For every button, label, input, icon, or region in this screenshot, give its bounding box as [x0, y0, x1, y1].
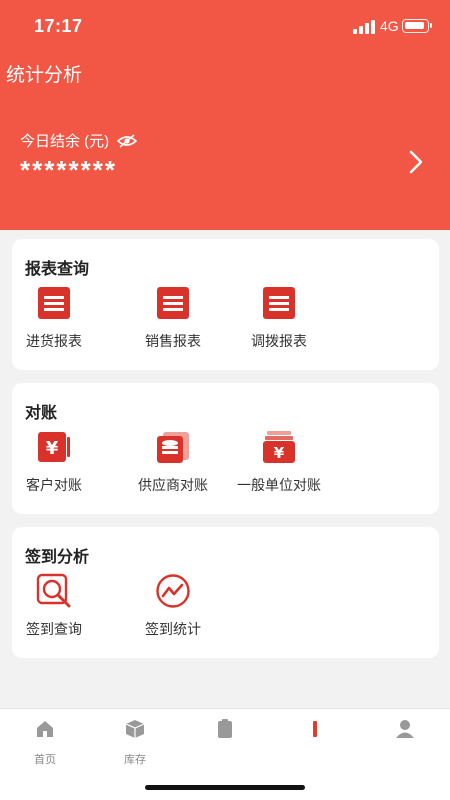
general-unit-reconciliation-item[interactable]: ¥ 一般单位对账	[229, 427, 329, 497]
customer-reconciliation-item[interactable]: ¥ 客户对账	[4, 427, 104, 497]
svg-text:¥: ¥	[46, 438, 59, 459]
report-icon	[157, 287, 189, 319]
tab-documents[interactable]	[180, 717, 270, 767]
battery-icon	[402, 19, 432, 33]
item-label: 一般单位对账	[237, 477, 321, 493]
status-time: 17:17	[34, 16, 83, 36]
header-banner: 17:17 4G 统计分析 今日结余 (元) ********	[0, 0, 450, 230]
coin-stack-icon	[157, 432, 189, 463]
signal-icon	[353, 20, 375, 34]
yen-card-icon: ¥	[38, 432, 70, 462]
section-title: 对账	[25, 405, 58, 422]
balance-value: ********	[20, 155, 117, 185]
user-icon	[396, 720, 414, 738]
eye-hidden-icon[interactable]	[117, 133, 138, 148]
card-reconciliation: 对账 ¥ 客户对账 供应商对账 ¥ 一般单位对账	[12, 383, 439, 514]
balance-label-row: 今日结余 (元)	[20, 130, 138, 151]
supplier-reconciliation-item[interactable]: 供应商对账	[123, 427, 223, 497]
balance-label: 今日结余 (元)	[20, 133, 110, 150]
card-checkin-analysis: 签到分析 签到查询 签到统计	[12, 527, 439, 658]
document-icon	[218, 719, 232, 738]
yen-wallet-icon: ¥	[263, 431, 295, 463]
purchase-report-item[interactable]: 进货报表	[4, 283, 104, 353]
tab-statistics[interactable]	[270, 717, 360, 767]
page-title: 统计分析	[6, 65, 83, 86]
section-title: 报表查询	[25, 261, 90, 278]
box-icon	[125, 720, 145, 738]
tab-label: 库存	[124, 754, 146, 766]
tab-home[interactable]: 首页	[0, 717, 90, 767]
item-label: 签到统计	[145, 621, 201, 637]
sales-report-item[interactable]: 销售报表	[123, 283, 223, 353]
report-icon	[263, 287, 295, 319]
tab-inventory[interactable]: 库存	[90, 717, 180, 767]
tab-profile[interactable]	[360, 717, 450, 767]
section-title: 签到分析	[25, 549, 90, 566]
home-icon	[37, 721, 53, 737]
checkin-query-item[interactable]: 签到查询	[4, 571, 104, 641]
transfer-report-item[interactable]: 调拨报表	[229, 283, 329, 353]
chevron-right-icon[interactable]	[406, 148, 426, 176]
home-indicator	[145, 785, 305, 790]
trend-circle-icon	[156, 574, 190, 608]
checkin-stats-item[interactable]: 签到统计	[123, 571, 223, 641]
report-icon	[38, 287, 70, 319]
network-type: 4G	[380, 18, 399, 34]
card-report-query: 报表查询 进货报表 销售报表 调拨报表	[12, 239, 439, 370]
chart-icon	[313, 721, 317, 737]
status-bar: 17:17 4G	[0, 0, 450, 54]
item-label: 调拨报表	[251, 333, 307, 349]
tab-label: 首页	[34, 754, 56, 766]
search-frame-icon	[36, 573, 71, 608]
svg-text:¥: ¥	[274, 444, 285, 462]
